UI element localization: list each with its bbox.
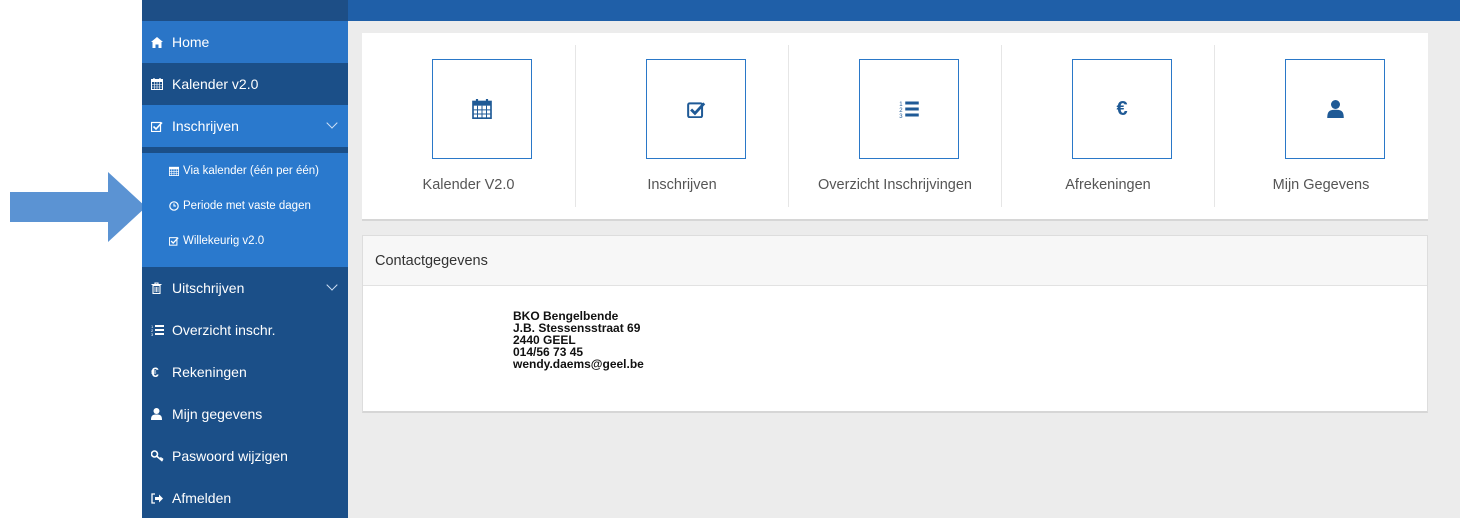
svg-text:3: 3 (899, 114, 903, 118)
trash-icon (142, 282, 172, 294)
checkbox-icon (686, 101, 705, 118)
sidebar-item-label: Inschrijven (172, 118, 239, 134)
tile-label: Overzicht Inschrijvingen (818, 177, 972, 193)
submenu-item-via-kalender[interactable]: Via kalender (één per één) (142, 153, 348, 188)
tile-label: Mijn Gegevens (1272, 177, 1370, 193)
clock-icon (169, 200, 183, 211)
sidebar-item-home[interactable]: Home (142, 21, 348, 63)
contact-panel: Contactgegevens BKO Bengelbende J.B. Ste… (362, 235, 1428, 413)
tile-inschrijven[interactable]: Inschrijven (575, 45, 788, 207)
sidebar-item-label: Mijn gegevens (172, 406, 263, 422)
contact-city: 2440 GEEL (513, 333, 576, 347)
annotation-arrow (10, 172, 146, 242)
top-bar (142, 0, 1460, 21)
submenu-item-label: Willekeurig v2.0 (183, 234, 265, 247)
sign-out-icon (142, 492, 172, 504)
tile-afrekeningen[interactable]: € Afrekeningen (1001, 45, 1214, 207)
submenu-item-label: Periode met vaste dagen (183, 199, 311, 212)
sidebar-item-label: Home (172, 34, 210, 50)
tile-icon-box[interactable]: 123 (859, 59, 959, 159)
home-icon (142, 36, 172, 48)
sidebar-item-overzicht[interactable]: 123 Overzicht inschr. (142, 309, 348, 351)
svg-text:3: 3 (151, 332, 154, 336)
sidebar-item-mijn-gegevens[interactable]: Mijn gegevens (142, 393, 348, 435)
tile-icon-box[interactable]: € (1072, 59, 1172, 159)
list-ol-icon: 123 (142, 324, 172, 336)
sidebar-item-uitschrijven[interactable]: Uitschrijven (142, 267, 348, 309)
key-icon (142, 450, 172, 462)
contact-details: BKO Bengelbende J.B. Stessensstraat 69 2… (363, 286, 1427, 370)
tile-mijn-gegevens[interactable]: Mijn Gegevens (1214, 45, 1427, 207)
tile-kalender[interactable]: Kalender V2.0 (362, 45, 575, 207)
contact-name: BKO Bengelbende (513, 309, 619, 323)
sidebar-item-paswoord[interactable]: Paswoord wijzigen (142, 435, 348, 477)
user-icon (142, 408, 172, 420)
sidebar-item-label: Paswoord wijzigen (172, 448, 288, 464)
list-ol-icon: 123 (899, 101, 919, 118)
submenu-item-periode-vaste-dagen[interactable]: Periode met vaste dagen (142, 188, 348, 223)
contact-email: wendy.daems@geel.be (513, 357, 644, 371)
checkbox-icon (142, 121, 172, 132)
top-bar-logo-area (142, 0, 348, 21)
sidebar-submenu-inschrijven: Via kalender (één per één) Periode met v… (142, 153, 348, 267)
sidebar-item-label: Overzicht inschr. (172, 322, 276, 338)
user-icon (1326, 100, 1344, 118)
euro-icon: € (1116, 97, 1128, 120)
tile-icon-box[interactable] (646, 59, 746, 159)
calendar-icon (472, 99, 492, 119)
sidebar-item-label: Uitschrijven (172, 280, 245, 296)
main-content: Kalender V2.0 Inschrijven 123 Overzicht … (348, 21, 1460, 518)
tile-label: Afrekeningen (1065, 177, 1151, 193)
tile-icon-box[interactable] (1285, 59, 1385, 159)
contact-street: J.B. Stessensstraat 69 (513, 321, 641, 335)
sidebar-item-afmelden[interactable]: Afmelden (142, 477, 348, 518)
sidebar-item-rekeningen[interactable]: € Rekeningen (142, 351, 348, 393)
calendar-icon (142, 78, 172, 90)
euro-icon: € (151, 364, 159, 380)
contact-phone: 014/56 73 45 (513, 345, 584, 359)
sidebar-item-inschrijven[interactable]: Inschrijven (142, 105, 348, 147)
sidebar: Home Kalender v2.0 Inschrijven Via kalen… (142, 21, 348, 518)
tile-icon-box[interactable] (432, 59, 532, 159)
submenu-item-willekeurig[interactable]: Willekeurig v2.0 (142, 223, 348, 258)
tile-label: Kalender V2.0 (422, 177, 515, 193)
tile-overzicht-inschrijvingen[interactable]: 123 Overzicht Inschrijvingen (788, 45, 1001, 207)
checkbox-icon (169, 236, 183, 246)
tile-label: Inschrijven (647, 177, 717, 193)
shortcut-tiles: Kalender V2.0 Inschrijven 123 Overzicht … (362, 33, 1428, 221)
sidebar-item-kalender[interactable]: Kalender v2.0 (142, 63, 348, 105)
submenu-item-label: Via kalender (één per één) (183, 164, 319, 177)
contact-panel-title: Contactgegevens (363, 236, 1427, 286)
calendar-icon (169, 166, 183, 176)
sidebar-item-label: Afmelden (172, 490, 232, 506)
sidebar-item-label: Rekeningen (172, 364, 247, 380)
sidebar-item-label: Kalender v2.0 (172, 76, 259, 92)
